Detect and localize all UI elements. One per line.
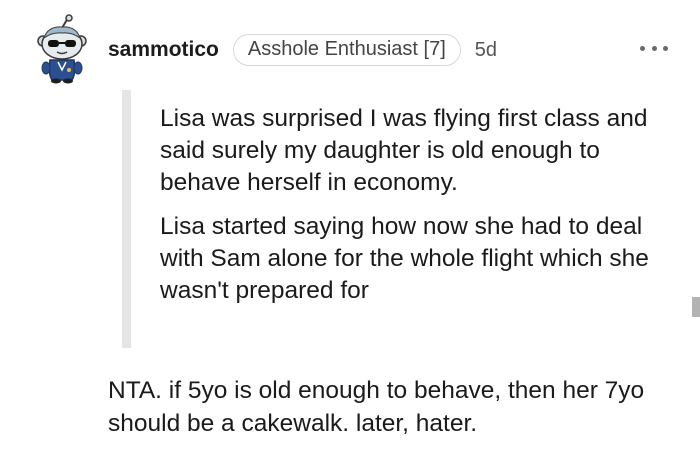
blockquote: Lisa was surprised I was flying first cl… bbox=[160, 103, 660, 319]
comment-header: sammotico Asshole Enthusiast [7] 5d bbox=[108, 34, 497, 66]
comment-age: 5d bbox=[474, 38, 498, 61]
username-link[interactable]: sammotico bbox=[108, 38, 219, 62]
quote-paragraph: Lisa was surprised I was flying first cl… bbox=[160, 105, 648, 196]
dot-icon bbox=[640, 45, 645, 51]
dot-icon bbox=[651, 45, 657, 51]
comment: sammotico Asshole Enthusiast [7] 5d Lisa… bbox=[0, 0, 700, 461]
comment-body: NTA. if 5yo is old enough to behave, the… bbox=[108, 377, 645, 437]
more-options-button[interactable] bbox=[640, 38, 668, 58]
user-flair: Asshole Enthusiast [7] bbox=[232, 34, 461, 66]
blockquote-bar bbox=[122, 90, 131, 348]
scrollbar-thumb[interactable] bbox=[692, 297, 700, 317]
dot-icon bbox=[663, 45, 668, 51]
user-avatar[interactable] bbox=[34, 14, 90, 84]
quote-paragraph: Lisa started saying how now she had to d… bbox=[160, 213, 649, 304]
snoo-avatar-icon bbox=[37, 14, 87, 84]
